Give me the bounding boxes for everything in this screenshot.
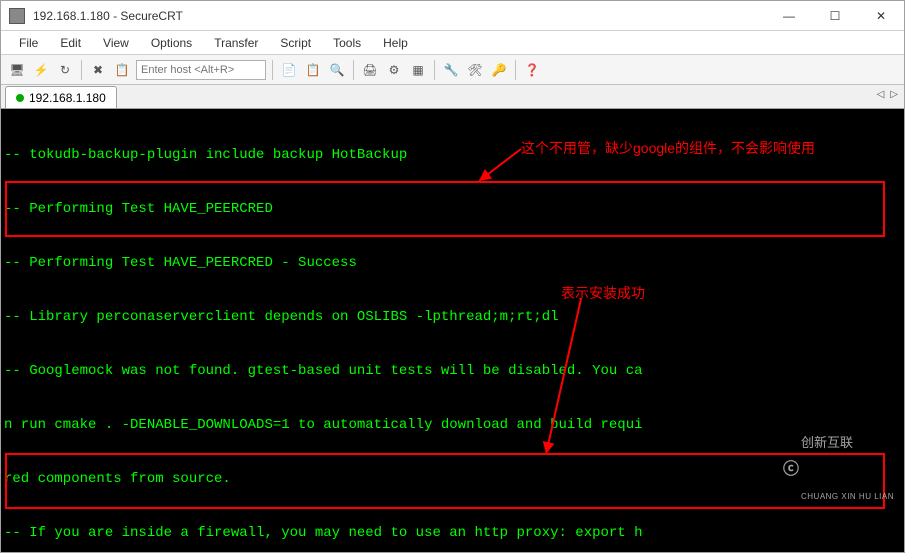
find-icon[interactable]: 🔍 xyxy=(327,60,347,80)
menubar: File Edit View Options Transfer Script T… xyxy=(1,31,904,55)
host-input[interactable] xyxy=(136,60,266,80)
copy-icon[interactable]: 📄 xyxy=(279,60,299,80)
terminal-line: -- Performing Test HAVE_PEERCRED xyxy=(4,200,901,218)
window-controls: — ☐ ✕ xyxy=(766,1,904,30)
session-icon[interactable]: 📋 xyxy=(112,60,132,80)
separator xyxy=(272,60,273,80)
terminal[interactable]: -- tokudb-backup-plugin include backup H… xyxy=(1,109,904,552)
print-icon[interactable]: 🖨 xyxy=(360,60,380,80)
quick-connect-icon[interactable]: ⚡ xyxy=(31,60,51,80)
separator xyxy=(81,60,82,80)
tab-scroll-right-icon[interactable]: ▷ xyxy=(890,89,898,100)
session-tab[interactable]: 192.168.1.180 xyxy=(5,86,117,108)
terminal-line: -- If you are inside a firewall, you may… xyxy=(4,524,901,542)
connection-indicator-icon xyxy=(16,94,24,102)
menu-tools[interactable]: Tools xyxy=(325,32,369,54)
menu-script[interactable]: Script xyxy=(272,32,319,54)
tab-scroll-left-icon[interactable]: ◁ xyxy=(877,89,885,100)
help-icon[interactable]: ❓ xyxy=(522,60,542,80)
columns-icon[interactable]: ▦ xyxy=(408,60,428,80)
separator xyxy=(515,60,516,80)
window-title: 192.168.1.180 - SecureCRT xyxy=(33,9,766,23)
connect-icon[interactable]: 🖥 xyxy=(7,60,27,80)
reconnect-icon[interactable]: ↻ xyxy=(55,60,75,80)
disconnect-icon[interactable]: ✖ xyxy=(88,60,108,80)
tab-label: 192.168.1.180 xyxy=(29,91,106,105)
menu-help[interactable]: Help xyxy=(375,32,416,54)
terminal-line: -- tokudb-backup-plugin include backup H… xyxy=(4,146,901,164)
separator xyxy=(353,60,354,80)
terminal-line: -- Performing Test HAVE_PEERCRED - Succe… xyxy=(4,254,901,272)
menu-file[interactable]: File xyxy=(11,32,46,54)
menu-options[interactable]: Options xyxy=(143,32,200,54)
app-icon xyxy=(9,8,25,24)
toolbar: 🖥 ⚡ ↻ ✖ 📋 📄 📋 🔍 🖨 ⚙ ▦ 🔧 🛠 🔑 ❓ xyxy=(1,55,904,85)
paste-icon[interactable]: 📋 xyxy=(303,60,323,80)
minimize-button[interactable]: — xyxy=(766,1,812,30)
watermark-en: CHUANG XIN HU LIAN xyxy=(801,488,894,506)
tool1-icon[interactable]: 🔧 xyxy=(441,60,461,80)
key-icon[interactable]: 🔑 xyxy=(489,60,509,80)
terminal-line: n run cmake . -DENABLE_DOWNLOADS=1 to au… xyxy=(4,416,901,434)
tool2-icon[interactable]: 🛠 xyxy=(465,60,485,80)
titlebar: 192.168.1.180 - SecureCRT — ☐ ✕ xyxy=(1,1,904,31)
terminal-line: -- Googlemock was not found. gtest-based… xyxy=(4,362,901,380)
menu-edit[interactable]: Edit xyxy=(52,32,89,54)
menu-transfer[interactable]: Transfer xyxy=(206,32,266,54)
annotation-mid: 表示安装成功 xyxy=(561,284,645,302)
maximize-button[interactable]: ☐ xyxy=(812,1,858,30)
separator xyxy=(434,60,435,80)
settings-icon[interactable]: ⚙ xyxy=(384,60,404,80)
menu-view[interactable]: View xyxy=(95,32,137,54)
tabbar: 192.168.1.180 ◁ ▷ xyxy=(1,85,904,109)
terminal-line: red components from source. xyxy=(4,470,901,488)
terminal-line: -- Library perconaserverclient depends o… xyxy=(4,308,901,326)
watermark-cn: 创新互联 xyxy=(801,434,894,452)
close-button[interactable]: ✕ xyxy=(858,1,904,30)
